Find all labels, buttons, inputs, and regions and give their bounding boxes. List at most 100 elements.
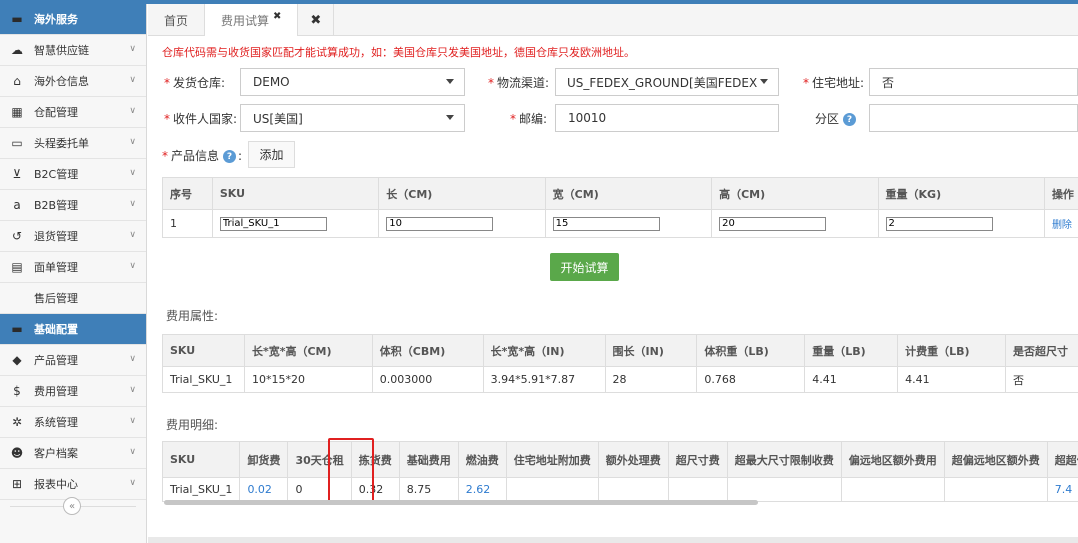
col-header-label: 额外处理费	[605, 453, 661, 467]
col-header: 卸货费	[239, 441, 289, 478]
fee-attributes-title: 费用属性:	[166, 309, 219, 323]
sidebar-item-label: 报表中心	[34, 478, 78, 491]
sidebar-item[interactable]: ▦ 仓配管理 ∨	[0, 97, 146, 128]
start-trial-button[interactable]: 开始试算	[550, 253, 619, 281]
sidebar-item[interactable]: ▭ 头程委托单 ∨	[0, 128, 146, 159]
table-cell	[505, 477, 599, 502]
country-select-value: US[美国]	[253, 111, 303, 126]
fee-details-title: 费用明细:	[166, 418, 219, 432]
help-icon[interactable]: ?	[223, 150, 237, 163]
cell-value: Trial_SKU_1	[170, 373, 233, 386]
sidebar-item[interactable]: ⌂ 海外仓信息 ∨	[0, 66, 146, 97]
sidebar-item-label: 退货管理	[34, 230, 78, 243]
product-info-label-text: 产品信息	[171, 149, 220, 163]
chevron-down-icon: ∨	[129, 44, 136, 54]
sidebar-item-label: 产品管理	[34, 354, 78, 367]
channel-select[interactable]: US_FEDEX_GROUND[美国FEDEX_G...	[555, 68, 779, 96]
sidebar-item[interactable]: ☻ 客户档案 ∨	[0, 438, 146, 469]
sidebar-item[interactable]: ⊻ B2C管理 ∨	[0, 159, 146, 190]
sidebar-item-label: 系统管理	[34, 416, 78, 429]
close-all-tabs-icon[interactable]: ✖	[298, 4, 335, 36]
weight-input[interactable]	[885, 216, 993, 231]
cloud-icon: ☁	[11, 43, 23, 57]
sidebar-item[interactable]: ↺ 退货管理 ∨	[0, 221, 146, 252]
length-input[interactable]	[386, 216, 494, 231]
height-input[interactable]	[719, 216, 827, 231]
cart-icon: ⊻	[12, 167, 22, 181]
delete-link[interactable]: 删除	[1052, 220, 1072, 231]
col-header-label: 超偏远地区额外费	[951, 453, 1040, 467]
sidebar-item[interactable]: a B2B管理 ∨	[0, 190, 146, 221]
warning-notice: 仓库代码需与收货国家匹配才能试算成功，如：美国仓库只发美国地址，德国仓库只发欧洲…	[162, 46, 635, 59]
warehouse-label: * 发货仓库:	[164, 74, 225, 91]
col-header: 偏远地区额外费用	[840, 441, 945, 478]
residential-label-text: 住宅地址:	[812, 76, 865, 90]
col-header: 长*宽*高（IN)	[482, 334, 606, 367]
col-header: 燃油费	[457, 441, 507, 478]
cell-value: 否	[1012, 373, 1024, 387]
sidebar-item-label: 基础配置	[34, 323, 78, 336]
cell-value: 3.94*5.91*7.87	[490, 373, 576, 386]
channel-label: * 物流渠道:	[488, 74, 549, 91]
residential-select[interactable]: 否	[869, 68, 1078, 96]
col-header: 超超偏远地区	[1046, 441, 1078, 478]
height-cell	[711, 209, 879, 238]
chevron-down-icon	[760, 79, 768, 84]
col-header: 长*宽*高（CM)	[243, 334, 373, 367]
zone-label-text: 分区	[815, 112, 840, 126]
weight-cell	[877, 209, 1045, 238]
sidebar-item[interactable]: ▬ 基础配置	[0, 314, 146, 345]
col-header: 重量（KG)	[877, 177, 1045, 210]
sidebar-item[interactable]: 售后管理	[0, 283, 146, 314]
sidebar-item[interactable]: ☁ 智慧供应链 ∨	[0, 35, 146, 66]
table-cell: 否	[1004, 366, 1078, 393]
horizontal-scrollbar[interactable]	[164, 500, 758, 505]
table-cell	[943, 477, 1048, 502]
tab-home-label: 首页	[164, 13, 189, 28]
dollar-icon: $	[13, 384, 21, 398]
amazon-icon: a	[13, 198, 21, 212]
add-product-button[interactable]: 添加	[248, 141, 295, 168]
col-header-label: 超尺寸费	[675, 453, 720, 467]
col-header-label: 是否超尺寸	[1012, 344, 1068, 358]
table-cell: 2.62	[457, 477, 507, 502]
zone-input[interactable]	[869, 104, 1078, 132]
highlight-box-picking-fee	[328, 438, 374, 504]
sidebar-item[interactable]: ▬ 海外服务	[0, 4, 146, 35]
table-cell	[726, 477, 842, 502]
col-header: 体积（CBM)	[371, 334, 484, 367]
warehouse-select[interactable]: DEMO	[240, 68, 465, 96]
sidebar-item[interactable]: ✲ 系统管理 ∨	[0, 407, 146, 438]
width-cell	[544, 209, 713, 238]
sidebar-item[interactable]: ▤ 面单管理 ∨	[0, 252, 146, 283]
table-cell: 10*15*20	[243, 366, 373, 393]
sku-input[interactable]	[219, 216, 327, 231]
chevron-down-icon: ∨	[129, 478, 136, 488]
tab-close-icon[interactable]: ✖	[273, 11, 281, 22]
postcode-label: * 邮编:	[510, 110, 547, 127]
sidebar-item[interactable]: $ 费用管理 ∨	[0, 376, 146, 407]
chevron-down-icon: ∨	[129, 230, 136, 240]
residential-select-value: 否	[882, 75, 895, 90]
sidebar-item-label: B2C管理	[34, 168, 79, 181]
sidebar-item-label: B2B管理	[34, 199, 79, 212]
country-select[interactable]: US[美国]	[240, 104, 465, 132]
collapse-sidebar-icon[interactable]: «	[63, 497, 81, 515]
undo-icon: ↺	[11, 229, 23, 243]
tab-home[interactable]: 首页	[148, 4, 206, 36]
postcode-input[interactable]: 10010	[555, 104, 779, 132]
tab-bar: 首页 费用试算 ✖ ✖	[148, 4, 1078, 36]
warehouse-label-text: 发货仓库:	[173, 76, 226, 90]
col-header: 基础费用	[398, 441, 459, 478]
cell-value: 2.62	[465, 483, 491, 496]
table-row: Trial_SKU_1 0.02 0 0.32 8.75 2.62 7.4	[161, 477, 1078, 502]
sku-cell	[211, 209, 380, 238]
sidebar-item[interactable]: ⊞ 报表中心 ∨	[0, 469, 146, 500]
help-icon[interactable]: ?	[843, 113, 857, 126]
required-mark: *	[164, 112, 170, 126]
width-input[interactable]	[552, 216, 660, 231]
table-cell: 4.41	[804, 366, 899, 393]
sidebar-item[interactable]: ◆ 产品管理 ∨	[0, 345, 146, 376]
tab-fee-trial[interactable]: 费用试算 ✖	[205, 4, 299, 36]
col-header-label: 长*宽*高（IN)	[490, 344, 565, 358]
